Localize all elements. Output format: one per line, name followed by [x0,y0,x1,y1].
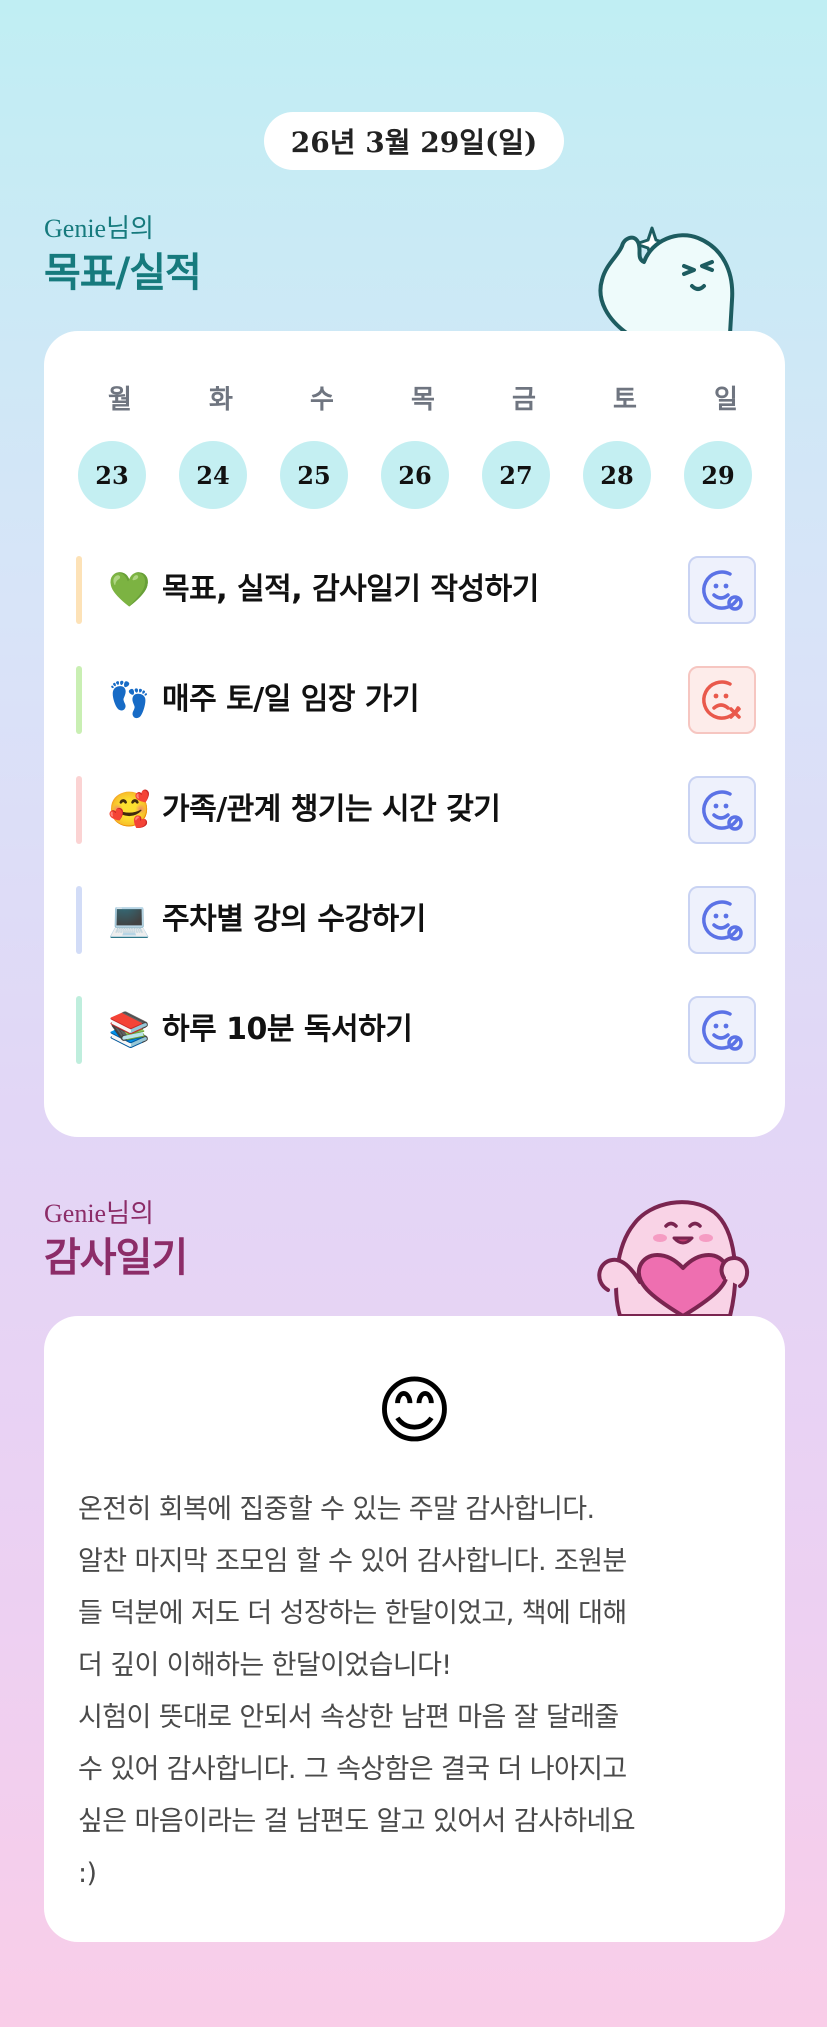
day-26-button[interactable]: 26 [381,441,449,509]
day-24-button[interactable]: 24 [179,441,247,509]
goal-text: 가족/관계 챙기는 시간 갖기 [162,792,501,827]
smile-check-icon [702,570,743,611]
smile-check-icon [702,900,743,941]
smile-check-icon [702,790,743,831]
day-25-button[interactable]: 25 [280,441,348,509]
goal-status-button[interactable] [688,996,756,1064]
weekday-label: 월 [108,385,132,415]
weekday-label: 화 [209,385,233,415]
goal-row: 🥰 가족/관계 챙기는 시간 갖기 [76,776,756,844]
goal-color-bar [76,556,82,624]
weekday-label: 토 [613,385,637,415]
diary-title: 감사일기 [44,1235,188,1281]
sad-x-icon [702,680,741,720]
goal-status-button[interactable] [688,776,756,844]
day-28-button[interactable]: 28 [583,441,651,509]
weekday-label: 일 [714,385,738,415]
laptop-emoji: 💻 [108,900,151,940]
day-27-button[interactable]: 27 [482,441,550,509]
books-emoji: 📚 [108,1010,151,1050]
goal-row: 💻 주차별 강의 수강하기 [76,886,756,954]
goal-text: 주차별 강의 수강하기 [162,902,426,937]
diary-entry-text: 온전히 회복에 집중할 수 있는 주말 감사합니다. 알찬 마지막 조모임 할 … [78,1494,636,1889]
goal-row: 💚 목표, 실적, 감사일기 작성하기 [76,556,756,624]
weekday-label: 수 [310,385,334,415]
goal-row: 📚 하루 10분 독서하기 [76,996,756,1064]
smiling-hearts-emoji: 🥰 [108,790,151,830]
day-29-button[interactable]: 29 [684,441,752,509]
mascot-waving-illustration [598,226,735,334]
smile-check-icon [702,1010,743,1051]
goal-status-button[interactable] [688,886,756,954]
date-pill[interactable]: 26년 3월 29일(일) [264,112,564,170]
weekday-label: 금 [512,385,536,415]
goal-color-bar [76,776,82,844]
mood-smile-emoji: 😊 [375,1368,454,1454]
goal-status-button[interactable] [688,666,756,734]
green-heart-emoji: 💚 [108,570,151,610]
mascot-heart-illustration [597,1200,750,1316]
diary-card: 😊 온전히 회복에 집중할 수 있는 주말 감사합니다. 알찬 마지막 조모임 … [44,1316,785,1942]
day-23-button[interactable]: 23 [78,441,146,509]
goal-color-bar [76,886,82,954]
goal-status-button[interactable] [688,556,756,624]
goals-card: 월 화 수 목 금 토 일 23 24 25 26 27 28 29 💚 목표,… [44,331,785,1137]
goal-text: 하루 10분 독서하기 [162,1012,413,1047]
goal-text: 매주 토/일 임장 가기 [162,682,420,717]
goal-color-bar [76,666,82,734]
goal-text: 목표, 실적, 감사일기 작성하기 [162,572,539,607]
footprints-emoji: 👣 [108,680,151,720]
goals-title: 목표/실적 [44,250,202,296]
goal-row: 👣 매주 토/일 임장 가기 [76,666,756,734]
goal-color-bar [76,996,82,1064]
weekday-label: 목 [411,385,435,415]
